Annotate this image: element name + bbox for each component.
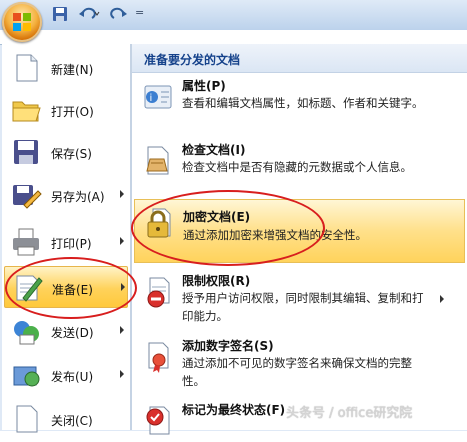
submenu-title: 准备要分发的文档 (144, 53, 241, 67)
inspect-document-icon (142, 144, 176, 178)
submenu-arrow-icon (121, 283, 125, 291)
menu-item-label: 准备(E) (52, 283, 93, 297)
save-as-icon (10, 179, 42, 211)
menu-item-label: 保存(S) (51, 147, 92, 161)
menu-item-label: 另存为(A) (51, 190, 105, 204)
prepare-icon (11, 272, 43, 304)
submenu-item-title: 加密文档(E) (183, 210, 251, 224)
printer-icon (10, 226, 42, 258)
save-disk-icon (10, 136, 42, 168)
restrict-permission-icon (142, 275, 176, 309)
submenu-arrow-icon (120, 326, 124, 334)
mark-final-icon (142, 404, 176, 438)
submenu-item-description: 授予用户访问权限，同时限制其编辑、复制和打印能力。 (182, 291, 424, 323)
encrypt-lock-icon (143, 206, 177, 240)
submenu-arrow-icon (120, 370, 124, 378)
submenu-header: 准备要分发的文档 (132, 44, 467, 73)
menu-item-new[interactable]: 新建(N) (4, 47, 128, 89)
menu-item-save[interactable]: 保存(S) (4, 131, 128, 173)
menu-item-open[interactable]: 打开(O) (4, 89, 128, 131)
submenu-item-description: 通过添加不可见的数字签名来确保文档的完整性。 (182, 356, 412, 388)
watermark-text: 头条号 / office研究院 (286, 406, 413, 421)
close-document-icon (10, 403, 42, 435)
save-icon[interactable] (52, 6, 68, 22)
menu-item-save-as[interactable]: 另存为(A) (4, 174, 128, 216)
svg-text:i: i (150, 93, 153, 104)
office-logo-icon (13, 13, 31, 31)
quick-access-toolbar: = (0, 0, 467, 30)
redo-icon[interactable] (108, 6, 127, 22)
submenu-arrow-icon (120, 190, 124, 198)
menu-item-label: 发送(D) (51, 326, 94, 340)
digital-signature-icon (142, 340, 176, 374)
submenu-item-description: 检查文档中是否有隐藏的元数据或个人信息。 (182, 160, 412, 174)
prepare-submenu: 准备要分发的文档 i 属性(P) 查看和编辑文档属性，如标题、作者和关键字。 检… (132, 44, 467, 435)
submenu-item-description: 通过添加加密来增强文档的安全性。 (183, 228, 367, 242)
menu-item-label: 发布(U) (51, 370, 94, 384)
submenu-item-title: 添加数字签名(S) (182, 339, 274, 353)
menu-item-label: 打开(O) (51, 105, 94, 119)
properties-icon: i (142, 80, 176, 114)
publish-icon (10, 359, 42, 391)
submenu-item-properties[interactable]: i 属性(P) 查看和编辑文档属性，如标题、作者和关键字。 (134, 74, 465, 130)
send-icon (10, 315, 42, 347)
menu-item-prepare[interactable]: 准备(E) (4, 266, 128, 308)
submenu-item-title: 检查文档(I) (182, 143, 246, 157)
menu-item-send[interactable]: 发送(D) (4, 310, 128, 352)
menu-item-label: 关闭(C) (51, 414, 93, 428)
office-button[interactable] (2, 2, 42, 42)
menu-item-label: 新建(N) (51, 63, 94, 77)
menu-item-label: 打印(P) (51, 237, 92, 251)
submenu-item-digital-signature[interactable]: 添加数字签名(S) 通过添加不可见的数字签名来确保文档的完整性。 (134, 334, 465, 392)
menu-item-publish[interactable]: 发布(U) (4, 354, 128, 396)
new-document-icon (10, 52, 42, 84)
submenu-item-title: 属性(P) (182, 79, 226, 93)
undo-icon[interactable] (78, 6, 100, 22)
submenu-item-title: 标记为最终状态(F) (182, 403, 286, 417)
open-folder-icon (10, 94, 42, 126)
submenu-item-encrypt[interactable]: 加密文档(E) 通过添加加密来增强文档的安全性。 (134, 199, 465, 263)
submenu-item-inspect[interactable]: 检查文档(I) 检查文档中是否有隐藏的元数据或个人信息。 (134, 138, 465, 190)
menu-item-close[interactable]: 关闭(C) (4, 398, 128, 440)
customize-quick-access-button[interactable]: = (135, 6, 144, 19)
submenu-arrow-icon (440, 295, 444, 303)
submenu-arrow-icon (120, 237, 124, 245)
submenu-item-restrict[interactable]: 限制权限(R) 授予用户访问权限，同时限制其编辑、复制和打印能力。 (134, 269, 465, 327)
menu-item-print[interactable]: 打印(P) (4, 221, 128, 263)
submenu-item-title: 限制权限(R) (182, 274, 251, 288)
submenu-item-description: 查看和编辑文档属性，如标题、作者和关键字。 (182, 96, 424, 110)
